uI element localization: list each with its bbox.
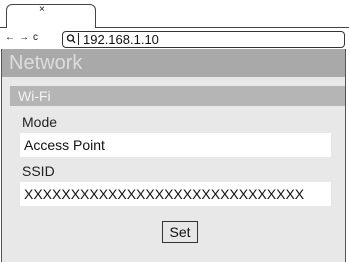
browser-toolbar: ← → c 192.168.1.10: [0, 27, 349, 49]
address-bar[interactable]: 192.168.1.10: [62, 31, 345, 48]
reload-icon[interactable]: c: [33, 32, 38, 44]
forward-icon[interactable]: →: [19, 32, 29, 44]
address-cursor: [78, 33, 79, 45]
page-title: Network: [2, 49, 345, 77]
viewport-border-right: [345, 49, 346, 262]
url-text[interactable]: 192.168.1.10: [83, 32, 159, 47]
ssid-field[interactable]: XXXXXXXXXXXXXXXXXXXXXXXXXXXXXX: [20, 182, 331, 206]
back-icon[interactable]: ←: [5, 32, 15, 44]
browser-tab[interactable]: ×: [6, 4, 96, 28]
ssid-label: SSID: [22, 163, 55, 179]
set-button[interactable]: Set: [162, 221, 198, 243]
section-title: Wi-Fi: [10, 86, 345, 106]
tab-close-icon[interactable]: ×: [39, 4, 45, 16]
mode-label: Mode: [22, 114, 58, 130]
mode-field[interactable]: Access Point: [20, 133, 331, 157]
search-icon: [66, 34, 76, 44]
